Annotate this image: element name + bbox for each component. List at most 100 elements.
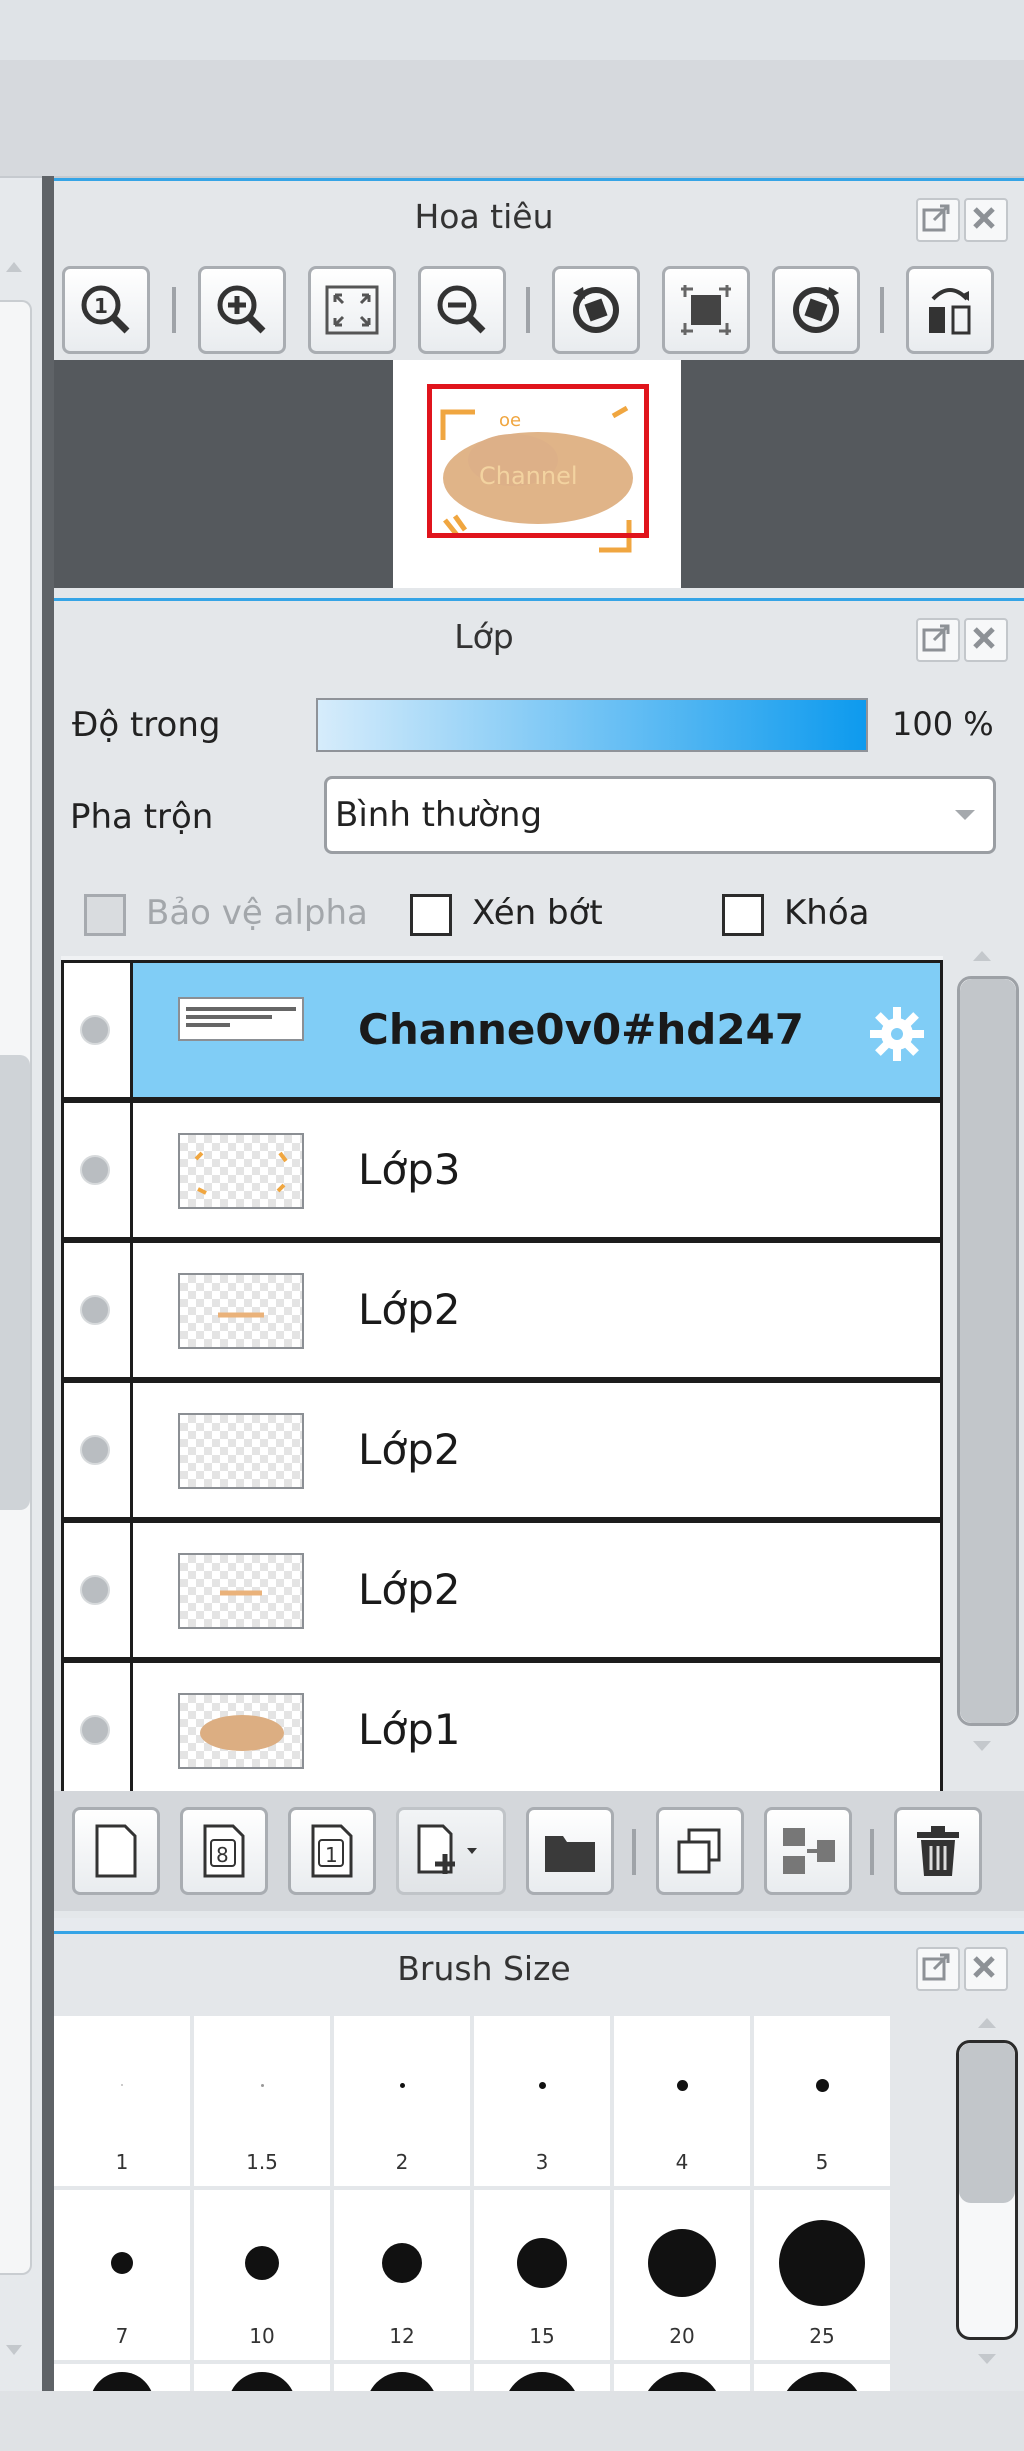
close-panel-icon[interactable] — [964, 618, 1008, 662]
separator — [172, 287, 176, 333]
brush-size-preview — [517, 2238, 567, 2288]
brush-size-scrollbar[interactable] — [954, 2014, 1020, 2384]
brush-size-label: 5 — [815, 2150, 829, 2174]
brush-size-cell[interactable] — [614, 2364, 750, 2394]
bottom-strip — [0, 2391, 1024, 2451]
text-layer-gear-icon[interactable] — [868, 1005, 926, 1063]
visibility-toggle[interactable] — [64, 963, 133, 1097]
lock-checkbox[interactable] — [722, 894, 764, 936]
brush-size-cell[interactable]: 15 — [474, 2190, 610, 2360]
layer-thumbnail — [178, 997, 304, 1041]
brush-size-cell[interactable]: 10 — [194, 2190, 330, 2360]
scroll-up-arrow-icon[interactable] — [6, 262, 22, 272]
visibility-toggle[interactable] — [64, 1383, 133, 1517]
visibility-toggle[interactable] — [64, 1663, 133, 1791]
navigator-view-rect[interactable] — [427, 384, 649, 538]
panel-splitter[interactable] — [42, 176, 54, 2451]
visibility-toggle[interactable] — [64, 1103, 133, 1237]
delete-layer-icon[interactable] — [894, 1807, 982, 1895]
duplicate-layer-icon[interactable] — [656, 1807, 744, 1895]
brush-size-cell[interactable]: 5 — [754, 2016, 890, 2186]
rotate-left-icon[interactable] — [552, 266, 640, 354]
layers-list[interactable]: Channe0v0#hd247 Lớp3 Lớp2 Lớp2 Lớp2 Lớp1 — [61, 956, 943, 1791]
layers-title: Lớp — [454, 617, 514, 656]
layer-row[interactable]: Lớp3 — [61, 1100, 943, 1240]
visibility-dot-icon — [80, 1295, 110, 1325]
navigator-preview[interactable]: Channel oe — [54, 360, 1024, 588]
brush-size-cell[interactable] — [54, 2364, 190, 2394]
protect-alpha-label: Bảo vệ alpha — [146, 893, 368, 933]
rotate-right-icon[interactable] — [772, 266, 860, 354]
layers-scrollbar[interactable] — [951, 941, 1019, 1781]
brush-size-cell[interactable] — [334, 2364, 470, 2394]
brush-size-cell[interactable]: 12 — [334, 2190, 470, 2360]
zoom-out-icon[interactable] — [418, 266, 506, 354]
new-8bit-layer-icon[interactable]: 8 — [180, 1807, 268, 1895]
canvas-scrollbar-thumb[interactable] — [0, 1055, 30, 1510]
brush-size-label: 3 — [535, 2150, 549, 2174]
scroll-down-arrow-icon[interactable] — [978, 2354, 996, 2364]
new-folder-icon[interactable] — [526, 1807, 614, 1895]
fit-to-window-icon[interactable] — [308, 266, 396, 354]
layer-name: Lớp2 — [358, 1425, 461, 1474]
zoom-actual-icon[interactable]: 1 — [62, 266, 150, 354]
brush-size-scrollbar-thumb[interactable] — [959, 2043, 1015, 2203]
layer-row[interactable]: Lớp2 — [61, 1520, 943, 1660]
opacity-label: Độ trong — [72, 705, 221, 745]
scroll-up-arrow-icon[interactable] — [973, 951, 991, 961]
brush-size-cell[interactable]: 4 — [614, 2016, 750, 2186]
separator — [870, 1829, 874, 1875]
layer-thumbnail — [178, 1133, 304, 1209]
layer-row[interactable]: Lớp2 — [61, 1380, 943, 1520]
svg-text:8: 8 — [216, 1843, 229, 1867]
brush-size-label: 7 — [115, 2324, 129, 2348]
reset-rotation-icon[interactable] — [662, 266, 750, 354]
lock-label: Khóa — [784, 893, 870, 933]
float-panel-icon[interactable] — [916, 618, 960, 662]
visibility-toggle[interactable] — [64, 1523, 133, 1657]
brush-size-cell[interactable]: 2 — [334, 2016, 470, 2186]
layer-row[interactable]: Channe0v0#hd247 — [61, 960, 943, 1100]
brush-size-cell[interactable]: 25 — [754, 2190, 890, 2360]
add-layer-menu-icon[interactable] — [396, 1807, 506, 1895]
blend-mode-value: Bình thường — [335, 795, 543, 835]
opacity-slider[interactable] — [316, 698, 868, 752]
brush-size-preview — [261, 2084, 264, 2087]
layer-row[interactable]: Lớp2 — [61, 1240, 943, 1380]
brush-size-label: 12 — [389, 2324, 415, 2348]
layer-row[interactable]: Lớp1 — [61, 1660, 943, 1791]
new-1bit-layer-icon[interactable]: 1 — [288, 1807, 376, 1895]
brush-size-cell[interactable]: 20 — [614, 2190, 750, 2360]
brush-size-preview — [245, 2246, 279, 2280]
brush-size-cell[interactable]: 3 — [474, 2016, 610, 2186]
float-panel-icon[interactable] — [916, 1947, 960, 1991]
scroll-up-arrow-icon[interactable] — [978, 2018, 996, 2028]
close-panel-icon[interactable] — [964, 1947, 1008, 1991]
flip-horizontal-icon[interactable] — [906, 266, 994, 354]
brush-size-preview — [816, 2079, 829, 2092]
brush-size-preview — [779, 2220, 865, 2306]
brush-size-cell[interactable]: 7 — [54, 2190, 190, 2360]
scroll-down-arrow-icon[interactable] — [973, 1741, 991, 1751]
layer-name: Lớp2 — [358, 1565, 461, 1614]
separator — [632, 1829, 636, 1875]
brush-size-label: 10 — [249, 2324, 275, 2348]
visibility-toggle[interactable] — [64, 1243, 133, 1377]
brush-size-cell[interactable] — [754, 2364, 890, 2394]
merge-down-icon[interactable] — [764, 1807, 852, 1895]
scroll-down-arrow-icon[interactable] — [6, 2345, 22, 2355]
brush-size-cell[interactable]: 1 — [54, 2016, 190, 2186]
float-panel-icon[interactable] — [916, 198, 960, 242]
zoom-in-icon[interactable] — [198, 266, 286, 354]
new-layer-icon[interactable] — [72, 1807, 160, 1895]
close-panel-icon[interactable] — [964, 198, 1008, 242]
brush-size-cell[interactable] — [194, 2364, 330, 2394]
blend-mode-select[interactable]: Bình thường — [324, 776, 996, 854]
navigator-title: Hoa tiêu — [414, 197, 554, 236]
brush-size-cell[interactable] — [474, 2364, 610, 2394]
clipping-checkbox[interactable] — [410, 894, 452, 936]
separator — [880, 287, 884, 333]
layers-scrollbar-thumb[interactable] — [960, 979, 1016, 1723]
visibility-dot-icon — [80, 1435, 110, 1465]
brush-size-cell[interactable]: 1.5 — [194, 2016, 330, 2186]
